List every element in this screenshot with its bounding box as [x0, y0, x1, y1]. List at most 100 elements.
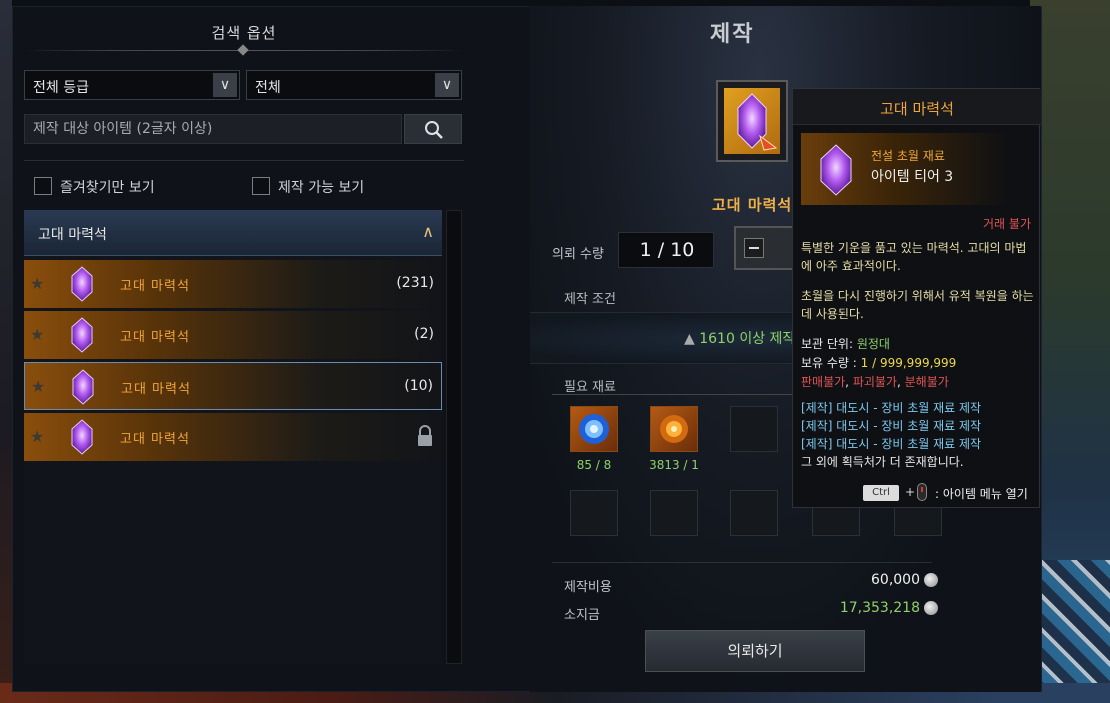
- tooltip-tier: 아이템 티어 3: [871, 169, 954, 185]
- tooltip-more-sources: 그 외에 획득처가 더 존재합니다.: [801, 455, 964, 469]
- cost-label: 제작비용: [564, 580, 612, 595]
- material-slot-empty: [570, 490, 618, 536]
- condition-text: ▲ 1610 이상 제작: [684, 328, 795, 348]
- star-icon[interactable]: ★: [31, 377, 45, 396]
- star-icon[interactable]: ★: [30, 427, 44, 446]
- tooltip-storage: 보관 단위: 원정대: [801, 335, 890, 352]
- search-input[interactable]: [25, 115, 401, 143]
- list-item[interactable]: ★ 고대 마력석 (231): [24, 260, 442, 308]
- tooltip-grade: 전설 초월 재료: [871, 149, 945, 163]
- craftable-label: 제작 가능 보기: [278, 180, 365, 196]
- tooltip-footer: Ctrl + : 아이템 메뉴 열기: [793, 479, 1041, 509]
- search-options-panel: 검색 옵션 전체 등급 ∨ 전체 ∨ 즐겨찾기만 보기 제작 가능 보기 고대 …: [24, 10, 464, 670]
- checkbox-box[interactable]: [252, 177, 270, 195]
- chevron-down-icon: ∨: [213, 73, 237, 97]
- material-slot[interactable]: [650, 406, 698, 452]
- owned-money-label: 소지금: [564, 608, 600, 623]
- silver-coin-icon: [924, 601, 938, 615]
- craft-title: 제작: [710, 22, 755, 47]
- materials-label: 필요 재료: [564, 380, 616, 395]
- divider: [24, 160, 464, 161]
- plus-sign: +: [905, 485, 916, 499]
- item-name: 고대 마력석: [120, 330, 190, 345]
- search-icon: [425, 121, 443, 139]
- panel-title: 검색 옵션: [211, 24, 277, 42]
- target-item-frame: [724, 88, 780, 154]
- category-label: 고대 마력석: [38, 227, 107, 243]
- checkbox-box[interactable]: [34, 177, 52, 195]
- list-scrollbar[interactable]: [446, 210, 462, 664]
- item-name: 고대 마력석: [120, 279, 190, 294]
- tooltip-desc-2: 초월을 다시 진행하기 위해서 유적 복원을 하는 데 사용된다.: [801, 289, 1034, 321]
- tooltip-description: 특별한 기운을 품고 있는 마력석. 고대의 마법에 아주 효과적이다. 초월을…: [801, 239, 1035, 323]
- tooltip-desc-1: 특별한 기운을 품고 있는 마력석. 고대의 마법에 아주 효과적이다.: [801, 241, 1027, 273]
- owned-money-value: 17,353,218: [839, 600, 920, 616]
- tooltip-source: [제작] 대도시 - 장비 초월 재료 제작: [801, 419, 982, 433]
- item-name: 고대 마력석: [121, 382, 191, 397]
- grade-select[interactable]: 전체 등급 ∨: [24, 70, 240, 100]
- mouse-icon: [917, 483, 927, 501]
- background-tiles: [1030, 560, 1110, 703]
- tooltip-owned: 보유 수량 : 1 / 999,999,999: [801, 354, 956, 371]
- helmet-icon: ▲: [684, 331, 695, 347]
- qty-display[interactable]: 1 / 10: [618, 232, 714, 268]
- grade-select-value: 전체 등급: [33, 80, 89, 96]
- minus-icon[interactable]: [744, 238, 764, 258]
- list-item-selected[interactable]: ★ 고대 마력석 (10): [24, 362, 442, 410]
- crystal-icon: [820, 144, 852, 196]
- ctrl-key-icon: Ctrl: [863, 485, 899, 501]
- category-header[interactable]: 고대 마력석 ∧: [24, 210, 442, 256]
- cost-value: 60,000: [871, 572, 920, 588]
- material-slot[interactable]: [570, 406, 618, 452]
- condition-label: 제작 조건: [564, 292, 616, 307]
- material-count: 3813 / 1: [649, 458, 699, 472]
- craft-item-name: 고대 마력석: [712, 196, 793, 214]
- tooltip-header: 고대 마력석: [793, 89, 1041, 125]
- type-select-value: 전체: [255, 80, 281, 96]
- storage-value: 원정대: [856, 337, 890, 351]
- qty-stepper[interactable]: [734, 226, 794, 270]
- qty-value: 1 / 10: [639, 239, 695, 261]
- item-count: (10): [404, 378, 433, 394]
- recipe-list: 고대 마력석 ∧ ★ 고대 마력석 (231) ★ 고대 마력석 (2) ★ 고…: [24, 210, 442, 664]
- list-item[interactable]: ★ 고대 마력석: [24, 413, 442, 461]
- tooltip-source: [제작] 대도시 - 장비 초월 재료 제작: [801, 437, 982, 451]
- commission-button[interactable]: 의뢰하기: [645, 630, 865, 672]
- list-item[interactable]: ★ 고대 마력석 (2): [24, 311, 442, 359]
- tooltip-restrictions: 판매불가, 파괴불가, 분해불가: [801, 375, 949, 389]
- target-item-slot[interactable]: [716, 80, 788, 162]
- owned-value: 1 / 999,999,999: [860, 356, 957, 370]
- search-field: [24, 114, 402, 144]
- tooltip-title: 고대 마력석: [880, 100, 954, 118]
- restriction-dismantle: 분해불가: [904, 375, 949, 389]
- item-tooltip: 고대 마력석 전설 초월 재료 아이템 티어 3 거래 불가 특별한 기운을 품…: [792, 88, 1041, 509]
- orange-orb-icon: [660, 415, 688, 443]
- owned-label: 보유 수량 :: [801, 356, 861, 370]
- material-slot-empty: [650, 490, 698, 536]
- materials-divider: [552, 394, 802, 395]
- crystal-icon: [71, 266, 93, 302]
- blue-crystal-icon: [579, 414, 609, 444]
- tooltip-trade-status: 거래 불가: [983, 217, 1031, 231]
- search-button[interactable]: [404, 114, 462, 144]
- type-select[interactable]: 전체 ∨: [246, 70, 462, 100]
- item-count: (2): [414, 326, 434, 342]
- crystal-icon: [71, 317, 93, 353]
- restriction-destroy: 파괴불가: [852, 375, 897, 389]
- chevron-down-icon: ∨: [435, 73, 459, 97]
- star-icon[interactable]: ★: [30, 274, 44, 293]
- storage-label: 보관 단위:: [801, 337, 857, 351]
- crystal-icon: [72, 369, 94, 405]
- menu-hint: : 아이템 메뉴 열기: [935, 487, 1028, 501]
- background-left: [0, 0, 12, 703]
- crystal-icon: [71, 419, 93, 455]
- star-icon[interactable]: ★: [30, 325, 44, 344]
- favorites-label: 즐겨찾기만 보기: [60, 180, 155, 196]
- material-slot-empty: [730, 406, 778, 452]
- tooltip-source: [제작] 대도시 - 장비 초월 재료 제작: [801, 401, 982, 415]
- crystal-icon: [737, 93, 778, 151]
- chevron-up-icon: ∧: [422, 222, 434, 241]
- lock-icon: [418, 425, 432, 446]
- silver-coin-icon: [924, 573, 938, 587]
- material-slot-empty: [730, 490, 778, 536]
